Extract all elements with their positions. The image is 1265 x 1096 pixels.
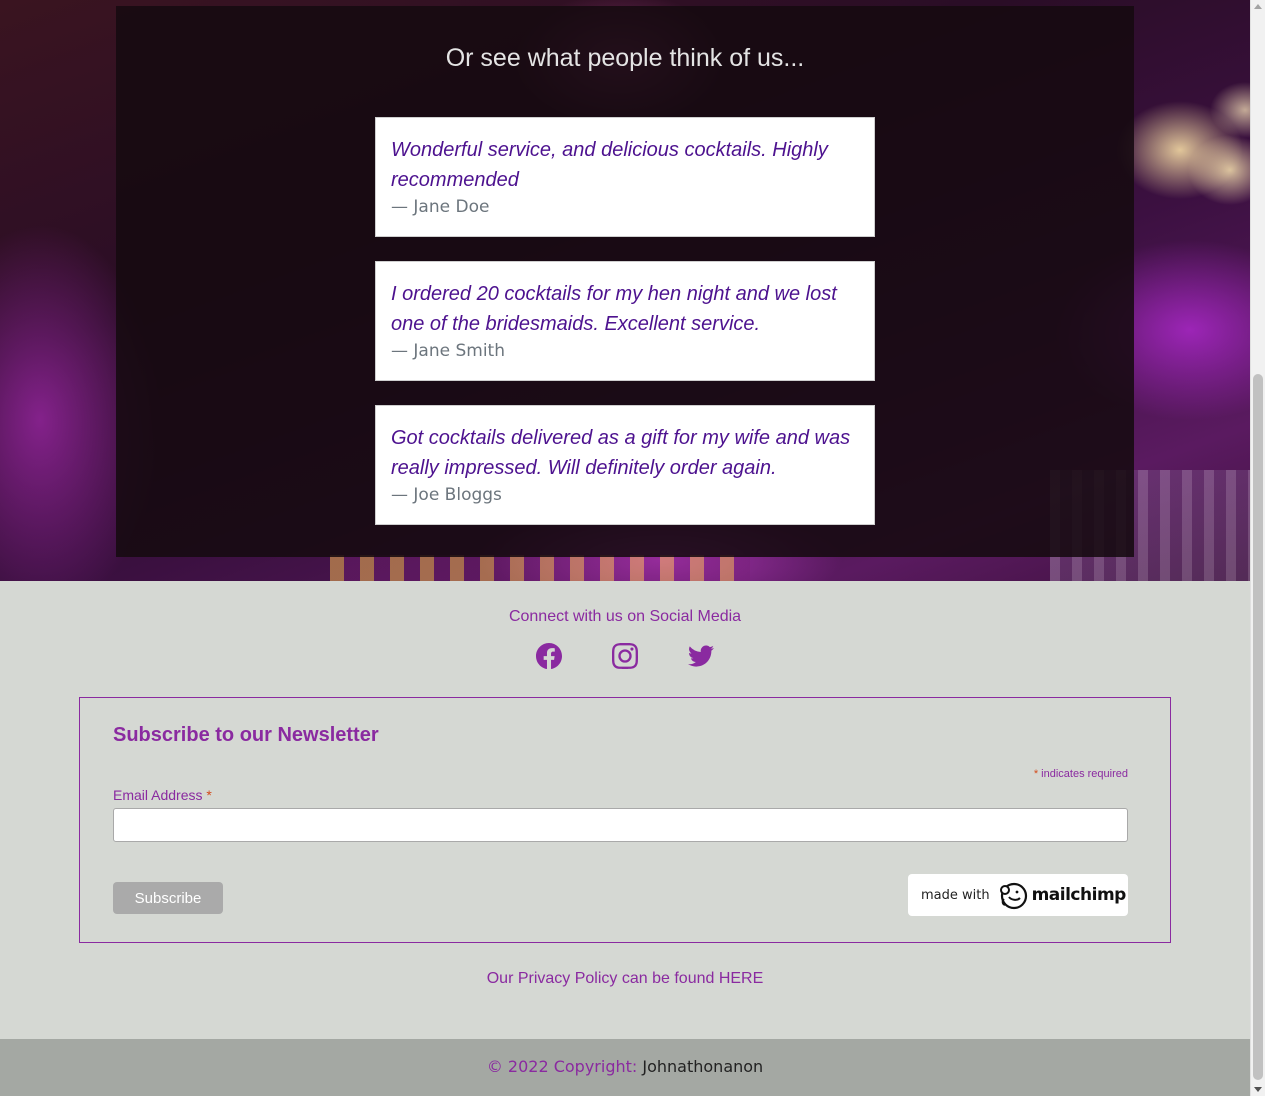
- subscribe-button[interactable]: Subscribe: [113, 882, 223, 914]
- twitter-icon[interactable]: [688, 643, 715, 669]
- required-star: *: [206, 787, 212, 803]
- copyright-label: © 2022 Copyright:: [486, 1057, 638, 1076]
- newsletter-title: Subscribe to our Newsletter: [113, 724, 379, 746]
- badge-brand: mailchimp: [1031, 885, 1127, 905]
- testimonial-author: — Joe Bloggs: [391, 485, 502, 505]
- testimonial-quote: I ordered 20 cocktails for my hen night …: [391, 283, 837, 335]
- scroll-up-arrow-icon[interactable]: [1254, 4, 1262, 9]
- testimonial-author: — Jane Doe: [391, 197, 490, 217]
- testimonial-author: — Jane Smith: [391, 341, 505, 361]
- copyright-bar: © 2022 Copyright: Johnathonanon: [0, 1039, 1250, 1096]
- social-heading: Connect with us on Social Media: [508, 608, 742, 625]
- email-label-text: Email Address: [113, 787, 203, 803]
- testimonial-quote: Wonderful service, and delicious cocktai…: [391, 139, 828, 191]
- facebook-icon[interactable]: [535, 643, 562, 669]
- required-note: indicates required: [1041, 768, 1128, 780]
- social-links: [0, 643, 1250, 669]
- mailchimp-badge[interactable]: made with mailchimp: [908, 874, 1128, 916]
- scrollbar-thumb[interactable]: [1253, 374, 1263, 1080]
- required-star: *: [1033, 768, 1039, 780]
- email-field[interactable]: [113, 808, 1128, 842]
- privacy-policy-link[interactable]: Our Privacy Policy can be found HERE: [0, 970, 1250, 988]
- scroll-down-arrow-icon[interactable]: [1254, 1087, 1262, 1092]
- testimonial-card: Got cocktails delivered as a gift for my…: [375, 405, 875, 525]
- instagram-icon[interactable]: [612, 643, 638, 669]
- testimonial-card: Wonderful service, and delicious cocktai…: [375, 117, 875, 237]
- background-bar-glasses: [330, 555, 750, 581]
- vertical-scrollbar[interactable]: [1250, 0, 1265, 1096]
- copyright-owner-link[interactable]: Johnathonanon: [642, 1057, 763, 1076]
- testimonials-hero: Or see what people think of us... Wonder…: [0, 0, 1250, 581]
- required-indicator: * indicates required: [1034, 768, 1128, 780]
- testimonial-card: I ordered 20 cocktails for my hen night …: [375, 261, 875, 381]
- site-footer: Connect with us on Social Media Subscrib…: [0, 581, 1250, 1039]
- testimonial-quote: Got cocktails delivered as a gift for my…: [391, 427, 851, 479]
- mailchimp-logo-icon: [999, 882, 1027, 910]
- email-label: Email Address *: [113, 787, 212, 803]
- testimonials-panel: Or see what people think of us... Wonder…: [116, 6, 1134, 557]
- newsletter-form: Subscribe to our Newsletter * indicates …: [79, 697, 1171, 943]
- badge-prefix: made with: [921, 887, 990, 903]
- testimonials-heading: Or see what people think of us...: [445, 44, 805, 72]
